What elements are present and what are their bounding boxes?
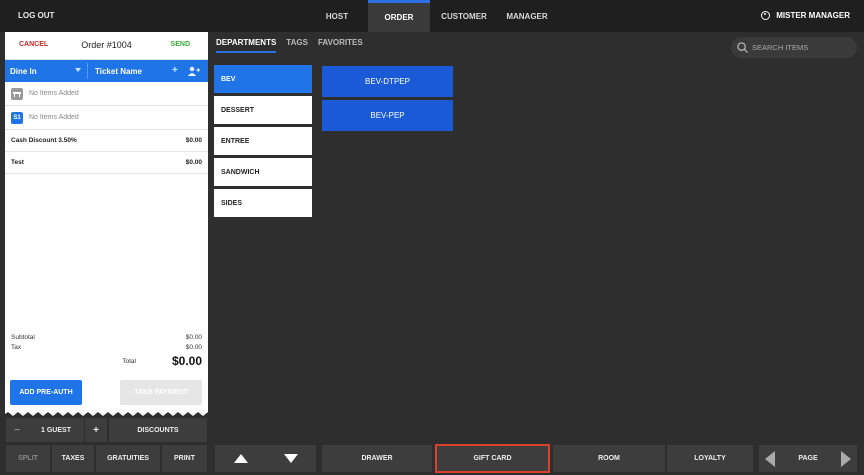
subtotal-value: $0.00 (185, 334, 202, 341)
tab-departments[interactable]: DEPARTMENTS (216, 38, 277, 53)
line-amount: $0.00 (185, 137, 202, 144)
scroll-up-button[interactable] (233, 454, 248, 463)
take-payment-button[interactable]: TAKE PAYMENT (120, 380, 202, 405)
line-amount: $0.00 (185, 159, 202, 166)
table-icon (11, 87, 23, 100)
gift-card-button[interactable]: GIFT CARD (435, 444, 550, 473)
print-button[interactable]: PRINT (162, 445, 207, 472)
no-items-text: No Items Added (29, 90, 79, 97)
divider (87, 63, 88, 79)
add-preauth-button[interactable]: ADD PRE-AUTH (10, 380, 82, 405)
scroll-down-button[interactable] (283, 454, 298, 463)
department-sides[interactable]: SIDES (214, 189, 312, 217)
dine-type-select[interactable]: Dine In (10, 67, 37, 76)
list-item[interactable]: No Items Added (5, 82, 208, 106)
page-control: PAGE (759, 445, 857, 472)
department-entree[interactable]: ENTREE (214, 127, 312, 155)
search-input[interactable]: SEARCH ITEMS (731, 37, 857, 58)
page-label: PAGE (798, 455, 818, 462)
no-items-text: No Items Added (29, 114, 79, 121)
department-dessert[interactable]: DESSERT (214, 96, 312, 124)
tax-label: Tax (11, 344, 22, 351)
add-person-icon[interactable] (188, 66, 200, 76)
order-options-bar: Dine In Ticket Name + (5, 60, 208, 82)
loyalty-button[interactable]: LOYALTY (667, 445, 753, 472)
page-next-button[interactable] (840, 450, 851, 467)
nav-host[interactable]: HOST (318, 0, 356, 32)
chevron-down-icon[interactable] (75, 68, 81, 72)
drawer-button[interactable]: DRAWER (322, 445, 432, 472)
department-bev[interactable]: BEV (214, 65, 312, 93)
split-button[interactable]: SPLIT (6, 445, 50, 472)
totals: Subtotal $0.00 Tax $0.00 Total $0.00 (5, 334, 208, 368)
receipt-edge (5, 408, 208, 416)
search-placeholder: SEARCH ITEMS (752, 43, 809, 52)
discount-line[interactable]: Cash Discount 3.50% $0.00 (5, 130, 208, 152)
user-menu[interactable]: MISTER MANAGER (761, 11, 850, 20)
menu-item-bev-dtpep[interactable]: BEV-DTPEP (322, 66, 453, 97)
line-label: Cash Discount 3.50% (11, 137, 77, 144)
send-button[interactable]: SEND (171, 41, 190, 48)
taxes-button[interactable]: TAXES (52, 445, 94, 472)
search-icon (737, 42, 748, 53)
top-bar: LOG OUT HOST ORDER CUSTOMER MANAGER MIST… (0, 0, 864, 32)
gratuities-button[interactable]: GRATUITIES (96, 445, 160, 472)
user-icon (761, 11, 771, 20)
scroll-arrows (215, 445, 316, 472)
total-label: Total (122, 357, 136, 365)
add-ticket-icon[interactable]: + (172, 65, 178, 76)
guest-plus-button[interactable]: + (85, 418, 107, 442)
department-sandwich[interactable]: SANDWICH (214, 158, 312, 186)
test-line[interactable]: Test $0.00 (5, 152, 208, 174)
nav-manager[interactable]: MANAGER (502, 0, 552, 32)
total-value: $0.00 (171, 354, 202, 368)
subtotal-label: Subtotal (11, 334, 35, 341)
discounts-button[interactable]: DISCOUNTS (109, 418, 207, 442)
nav-order[interactable]: ORDER (368, 0, 430, 32)
order-panel: CANCEL Order #1004 SEND Dine In Ticket N… (5, 32, 208, 412)
menu-item-bev-pep[interactable]: BEV-PEP (322, 100, 453, 131)
order-header: CANCEL Order #1004 SEND (5, 32, 208, 60)
line-label: Test (11, 159, 24, 166)
room-button[interactable]: ROOM (553, 445, 665, 472)
nav-customer[interactable]: CUSTOMER (436, 0, 492, 32)
seat-badge: S1 (11, 111, 23, 124)
tax-value: $0.00 (185, 344, 202, 351)
user-name: MISTER MANAGER (776, 11, 850, 20)
ticket-name-field[interactable]: Ticket Name (95, 67, 142, 76)
guest-count: 1 GUEST (28, 418, 84, 442)
list-item[interactable]: S1 No Items Added (5, 106, 208, 130)
tab-tags[interactable]: TAGS (286, 38, 308, 53)
page-prev-button[interactable] (765, 450, 775, 467)
tab-favorites[interactable]: FAVORITES (318, 38, 363, 53)
menu-tabs: DEPARTMENTS TAGS FAVORITES (216, 38, 373, 53)
logout-button[interactable]: LOG OUT (18, 11, 54, 20)
guest-minus-button[interactable]: − (6, 418, 28, 442)
